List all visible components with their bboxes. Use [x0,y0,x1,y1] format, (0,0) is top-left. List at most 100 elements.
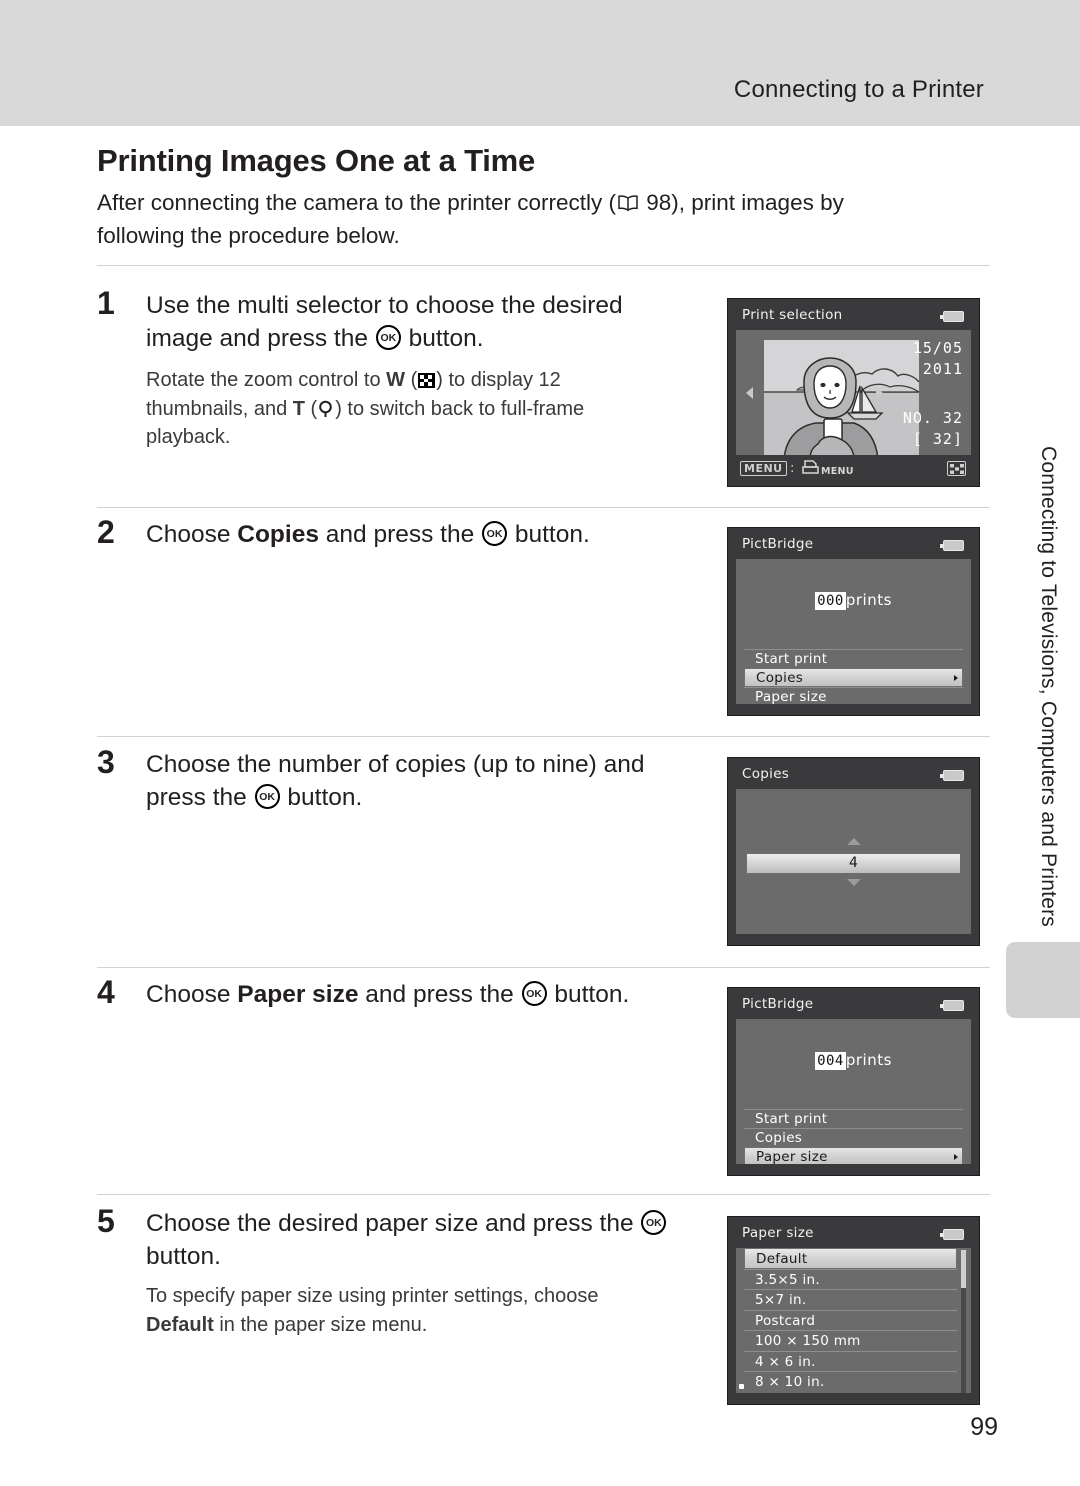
menu-item-copies[interactable]: Copies [744,668,963,687]
chevron-right-icon [954,674,958,681]
intro-paragraph: After connecting the camera to the print… [97,190,844,248]
print-count-label: prints [845,591,892,609]
photo-date: 15/05 [912,339,963,357]
magnifier-icon [318,398,334,417]
print-count-row: 000 prints [736,591,971,610]
print-menu-icon [802,460,820,476]
paper-size-option-100x150mm[interactable]: 100 × 150 mm [744,1330,957,1351]
photo-frame-number: NO. 32 [902,409,963,427]
page-number: 99 [970,1413,998,1441]
lcd-body-pictbridge-paper: 004 prints Start print Copies Paper size [736,1019,971,1166]
lcd-footer-copies [728,934,979,945]
photo-frame-info: NO. 32 [ 32] [889,408,963,450]
chevron-right-icon [954,1153,958,1160]
divider-rule-4 [97,967,990,968]
pictbridge-menu-list: Start print Copies Paper size [744,649,963,706]
step-2-title: Choose Copies and press the button. [146,518,706,551]
header-band [0,0,1080,126]
lcd-title-pictbridge-paper: PictBridge [742,996,814,1012]
lcd-title-print-selection: Print selection [742,307,843,323]
paper-size-option-4x6[interactable]: 4 × 6 in. [744,1350,957,1372]
lcd-footer-pictbridge-copies [728,704,979,715]
battery-icon [940,1229,964,1240]
menu-item-copies[interactable]: Copies [744,1128,963,1147]
zoom-wide-label: W [386,369,406,391]
step-5-body: To specify paper size using printer sett… [146,1282,666,1339]
lcd-footer-pictbridge-paper [728,1164,979,1175]
step-4-number: 4 [97,974,115,1010]
paper-size-list: Default 3.5×5 in. 5×7 in. Postcard 100 ×… [744,1248,957,1392]
step-5-title-text-b: button. [146,1243,221,1270]
print-count-label: prints [845,1051,892,1069]
page-content: Printing Images One at a Time After conn… [0,126,1080,1486]
lcd-title-paper-size: Paper size [742,1225,814,1241]
lcd-paper-size: Paper size Default 3.5×5 in. 5×7 in. Pos… [727,1216,980,1405]
step-3-title-text-a: Choose the number of copies (up to nine)… [146,751,645,811]
lcd-footer-paper-size [728,1393,979,1404]
step-2-title-text-c: button. [508,521,590,548]
paper-size-option-3x5[interactable]: 3.5×5 in. [744,1268,957,1290]
ok-button-icon [254,784,280,809]
step-1-title-text-b: button. [401,325,484,352]
copies-value-field[interactable]: 4 [746,853,961,874]
paper-size-option-8x10[interactable]: 8 × 10 in. [744,1371,957,1392]
lcd-body-paper-size: Default 3.5×5 in. 5×7 in. Postcard 100 ×… [736,1248,971,1395]
thumbnail-view-icon [418,373,436,388]
battery-icon [940,770,964,781]
next-image-arrow-icon[interactable] [876,387,883,399]
menu-item-paper-size-label: Paper size [756,1149,828,1165]
decrease-copies-arrow-icon[interactable] [846,879,861,886]
step-2-title-text-b: and press the [318,521,482,548]
photo-date-info: 15/05 2011 [893,338,963,380]
step-3-title: Choose the number of copies (up to nine)… [146,748,706,814]
intro-text-before: After connecting the camera to the print… [97,190,616,215]
step-1-body: Rotate the zoom control to W () to displ… [146,369,585,448]
ok-button-icon [375,325,401,350]
print-menu-label: MENU [821,466,854,477]
pictbridge-menu-list: Start print Copies Paper size [744,1109,963,1166]
lcd-pictbridge-copies: PictBridge 000 prints Start print Copies … [727,527,980,716]
menu-button-badge[interactable]: MENU [740,461,787,476]
ok-button-icon [482,521,508,546]
print-count-value: 004 [815,1052,846,1070]
print-count-row: 004 prints [736,1051,971,1070]
step-2-emphasis-copies: Copies [237,521,319,548]
zoom-tele-label: T [292,397,305,420]
menu-item-start-print[interactable]: Start print [744,649,963,668]
paper-size-option-postcard[interactable]: Postcard [744,1309,957,1331]
page-title: Printing Images One at a Time [97,143,536,178]
step-5-emphasis-default: Default [146,1313,214,1336]
paper-size-option-default[interactable]: Default [744,1248,957,1269]
step-4-title-text-b: and press the [358,981,521,1008]
step-5-body-text-b: in the paper size menu. [213,1313,428,1336]
battery-icon [940,311,964,322]
battery-icon [940,540,964,551]
paper-size-option-5x7[interactable]: 5×7 in. [744,1289,957,1310]
step-3-title-text-b: button. [280,784,363,811]
lcd-print-selection: Print selection 15/05 2011 NO. 32 [32] … [727,298,980,487]
divider-rule-3 [97,736,990,737]
menu-item-start-print[interactable]: Start print [744,1109,963,1128]
step-5-title: Choose the desired paper size and press … [146,1207,686,1273]
lcd-copies: Copies 4 [727,757,980,946]
increase-copies-arrow-icon[interactable] [846,838,861,845]
divider-rule-1 [97,265,990,266]
running-header-title: Connecting to a Printer [733,76,984,103]
step-2-title-text-a: Choose [146,521,238,548]
scrollbar-thumb[interactable] [961,1250,966,1288]
lcd-body-print-selection: 15/05 2011 NO. 32 [ 32] [736,330,971,459]
photo-year: 2011 [922,360,963,378]
step-3-number: 3 [97,744,115,780]
step-5-body-text-a: To specify paper size using printer sett… [146,1285,599,1307]
thumbnail-grid-icon[interactable] [947,461,966,476]
menu-colon: : [790,461,795,476]
print-count-value: 000 [815,592,846,610]
lcd-title-copies: Copies [742,766,790,782]
ok-button-icon [521,981,547,1006]
lcd-pictbridge-paper: PictBridge 004 prints Start print Copies … [727,987,980,1176]
divider-rule-5 [97,1194,990,1195]
photo-frame-total: [ 32] [912,430,963,448]
battery-icon [940,1000,964,1011]
lcd-title-pictbridge: PictBridge [742,536,814,552]
previous-image-arrow-icon[interactable] [746,387,753,399]
